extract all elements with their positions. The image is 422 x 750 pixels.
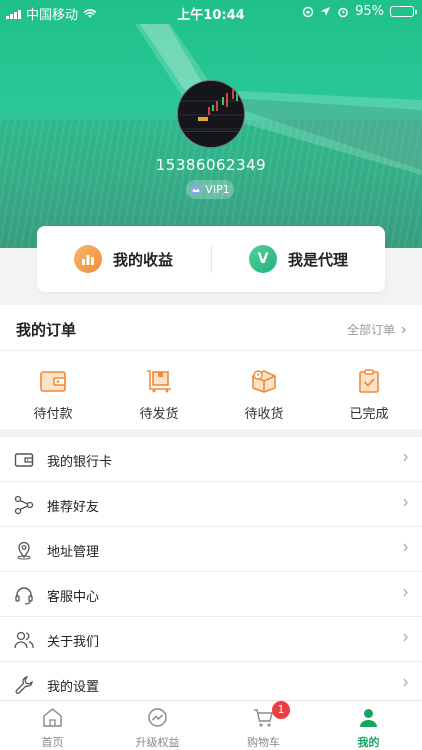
my-earnings-label: 我的收益 — [113, 250, 174, 269]
chevron-right-icon — [401, 326, 406, 333]
location-pin-icon — [17, 541, 31, 560]
chevron-right-icon — [403, 543, 408, 552]
person-icon — [360, 709, 377, 727]
users-icon — [14, 631, 34, 649]
menu-about-us[interactable]: 关于我们 — [0, 617, 422, 662]
chevron-right-icon — [403, 633, 408, 642]
all-orders-link[interactable]: 全部订单 — [347, 321, 406, 338]
location-arrow-icon — [321, 7, 331, 16]
user-phone-number: 15386062349 — [155, 156, 267, 174]
wrench-icon — [15, 676, 33, 694]
avatar[interactable] — [177, 80, 245, 148]
tab-home[interactable]: 首页 — [0, 701, 105, 750]
order-completed[interactable]: 已完成 — [319, 352, 419, 429]
headset-icon — [15, 587, 33, 605]
chevron-right-icon — [403, 588, 408, 597]
tab-shopping-cart[interactable]: 1 购物车 — [211, 701, 316, 750]
share-icon — [14, 495, 34, 515]
tab-upgrade-benefits[interactable]: 升级权益 — [105, 701, 210, 750]
rotation-lock-icon — [302, 6, 314, 17]
agent-v-icon: V — [249, 245, 277, 273]
vip-level: VIP1 — [205, 183, 230, 196]
orders-section: 我的订单 全部订单 待付款 待发货 待收货 已完成 — [0, 305, 422, 429]
crown-icon — [190, 185, 202, 194]
order-pending-shipment[interactable]: 待发货 — [109, 352, 209, 429]
chevron-right-icon — [403, 678, 408, 687]
candlestick-chart-avatar-image — [178, 81, 244, 147]
wallet-icon — [40, 371, 66, 392]
agent-label: 我是代理 — [288, 250, 349, 269]
settings-menu: 我的银行卡 推荐好友 地址管理 客服中心 关于我们 我的设置 — [0, 437, 422, 707]
alarm-icon — [338, 7, 348, 17]
completed-clipboard-icon — [359, 369, 379, 393]
chevron-right-icon — [403, 453, 408, 462]
battery-percent: 95% — [355, 4, 384, 19]
tab-mine[interactable]: 我的 — [316, 701, 421, 750]
menu-customer-service[interactable]: 客服中心 — [0, 572, 422, 617]
cart-count-badge: 1 — [272, 701, 290, 719]
chevron-right-icon — [403, 498, 408, 507]
bottom-tab-bar: 首页 升级权益 1 购物车 我的 — [0, 700, 422, 750]
vip-badge: VIP1 — [186, 180, 234, 199]
delivery-box-icon — [252, 370, 276, 393]
my-earnings-button[interactable]: 我的收益 — [74, 226, 248, 292]
home-icon — [43, 708, 62, 727]
bank-card-icon — [14, 453, 34, 467]
agent-button[interactable]: V 我是代理 — [249, 226, 422, 292]
trend-icon — [148, 708, 167, 727]
package-cart-icon — [147, 370, 171, 393]
orders-title: 我的订单 — [16, 321, 77, 339]
earnings-card: 我的收益 V 我是代理 — [37, 226, 385, 292]
card-divider — [211, 245, 212, 273]
battery-icon — [390, 6, 417, 17]
status-bar: 中国移动 上午10:44 95% — [0, 0, 422, 24]
order-pending-payment[interactable]: 待付款 — [3, 352, 103, 429]
menu-address-management[interactable]: 地址管理 — [0, 527, 422, 572]
menu-recommend-friends[interactable]: 推荐好友 — [0, 482, 422, 527]
cart-icon — [254, 709, 273, 727]
order-pending-receipt[interactable]: 待收货 — [214, 352, 314, 429]
earnings-chart-icon — [74, 245, 102, 273]
menu-bank-card[interactable]: 我的银行卡 — [0, 437, 422, 482]
